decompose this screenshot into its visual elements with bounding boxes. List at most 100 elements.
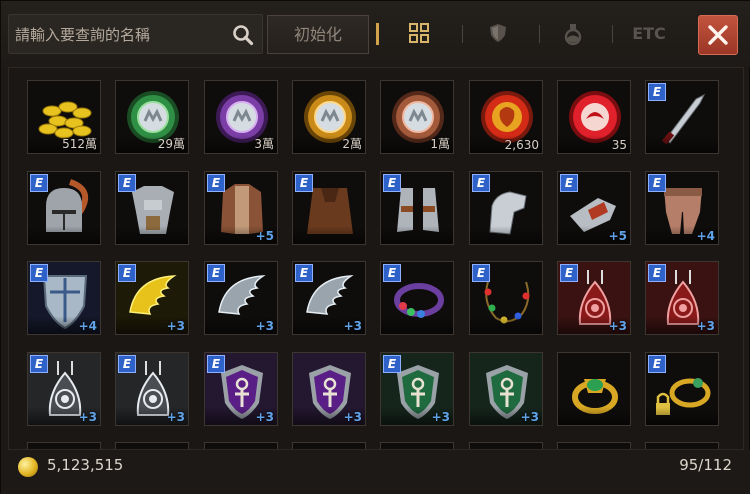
- item-slot[interactable]: [469, 442, 543, 449]
- equipped-badge: E: [383, 174, 401, 192]
- close-icon: [699, 25, 737, 58]
- tab-divider: [612, 25, 613, 43]
- item-quantity: 35: [611, 138, 627, 152]
- item-slot[interactable]: 35: [557, 80, 631, 154]
- item-slot[interactable]: E +3: [115, 352, 189, 426]
- equipped-badge: E: [30, 174, 48, 192]
- toolbar: 初始化 ETC: [1, 1, 750, 67]
- enhancement-level: +3: [343, 410, 362, 424]
- item-slot[interactable]: E +5: [557, 171, 631, 245]
- item-slot[interactable]: E: [645, 352, 719, 426]
- item-slot[interactable]: 2,630: [469, 80, 543, 154]
- equipped-badge: E: [648, 174, 666, 192]
- item-slot[interactable]: [115, 442, 189, 449]
- item-slot[interactable]: E +3: [557, 261, 631, 335]
- equipped-badge: E: [383, 264, 401, 282]
- equipped-badge: E: [30, 355, 48, 373]
- tab-all[interactable]: [399, 17, 439, 51]
- item-slot[interactable]: E +3: [645, 261, 719, 335]
- enhancement-level: +3: [255, 319, 274, 333]
- close-button[interactable]: [698, 15, 738, 55]
- item-slot[interactable]: [557, 442, 631, 449]
- item-slot[interactable]: [557, 352, 631, 426]
- item-quantity: 1萬: [430, 137, 450, 151]
- equipped-badge: E: [472, 264, 490, 282]
- equipped-badge: E: [648, 83, 666, 101]
- item-slot[interactable]: E: [380, 171, 454, 245]
- item-quantity: 2,630: [504, 138, 539, 152]
- item-slot[interactable]: 3萬: [204, 80, 278, 154]
- equipped-badge: E: [560, 174, 578, 192]
- enhancement-level: +3: [78, 410, 97, 424]
- equipped-badge: E: [648, 264, 666, 282]
- equipped-badge: E: [30, 264, 48, 282]
- money-amount: 5,123,515: [47, 456, 124, 474]
- item-slot[interactable]: 2萬: [292, 80, 366, 154]
- enhancement-level: +4: [696, 229, 715, 243]
- item-slot[interactable]: E +3: [380, 352, 454, 426]
- item-slot[interactable]: E: [645, 80, 719, 154]
- item-slot[interactable]: E: [380, 261, 454, 335]
- item-slot[interactable]: 1萬: [380, 80, 454, 154]
- shield-icon: [487, 24, 509, 48]
- item-slot[interactable]: E +3: [292, 261, 366, 335]
- item-slot[interactable]: E: [292, 171, 366, 245]
- item-slot[interactable]: [292, 442, 366, 449]
- equipped-badge: E: [207, 264, 225, 282]
- enhancement-level: +3: [343, 319, 362, 333]
- item-quantity: 512萬: [62, 137, 97, 151]
- equipped-badge: E: [118, 264, 136, 282]
- equipped-badge: E: [472, 174, 490, 192]
- item-slot[interactable]: E +3: [204, 352, 278, 426]
- item-slot[interactable]: [645, 442, 719, 449]
- item-slot[interactable]: E +3: [204, 261, 278, 335]
- item-grid: 512萬 29萬 3萬 2萬 1萬 2,630 35 E E E E +5 E E E E +5 E +4 E +4 E +…: [8, 67, 744, 450]
- item-slot[interactable]: [204, 442, 278, 449]
- item-slot[interactable]: 512萬: [27, 80, 101, 154]
- tab-etc[interactable]: ETC: [624, 17, 674, 51]
- enhancement-level: +5: [608, 229, 627, 243]
- enhancement-level: +4: [78, 319, 97, 333]
- item-slot[interactable]: E +3: [115, 261, 189, 335]
- equipped-badge: E: [207, 355, 225, 373]
- search-icon[interactable]: [232, 24, 254, 46]
- item-slot[interactable]: +3: [469, 352, 543, 426]
- item-slot[interactable]: E +5: [204, 171, 278, 245]
- item-slot[interactable]: E +4: [645, 171, 719, 245]
- equipped-badge: E: [383, 355, 401, 373]
- footer: 5,123,515 95/112: [1, 450, 750, 494]
- item-slot[interactable]: [27, 442, 101, 449]
- item-slot[interactable]: E: [469, 171, 543, 245]
- tab-divider: [539, 25, 540, 43]
- tab-divider: [462, 25, 463, 43]
- equipped-badge: E: [118, 174, 136, 192]
- item-slot[interactable]: +3: [292, 352, 366, 426]
- reset-button[interactable]: 初始化: [267, 15, 369, 54]
- search-box[interactable]: [8, 14, 263, 54]
- search-input[interactable]: [15, 24, 225, 46]
- item-slot[interactable]: [380, 442, 454, 449]
- item-quantity: 29萬: [157, 137, 185, 151]
- item-slot[interactable]: 29萬: [115, 80, 189, 154]
- item-slot[interactable]: E +3: [27, 352, 101, 426]
- enhancement-level: +3: [696, 319, 715, 333]
- enhancement-level: +3: [166, 319, 185, 333]
- enhancement-level: +3: [608, 319, 627, 333]
- item-slot[interactable]: E: [115, 171, 189, 245]
- grid-icon: [408, 23, 430, 48]
- gold-coin-icon: [18, 457, 38, 477]
- equipped-badge: E: [207, 174, 225, 192]
- active-tab-marker: [376, 23, 379, 45]
- tab-consumables[interactable]: [553, 17, 593, 51]
- potion-icon: [562, 24, 584, 50]
- item-slot[interactable]: E: [469, 261, 543, 335]
- equipped-badge: E: [648, 355, 666, 373]
- item-quantity: 2萬: [342, 137, 362, 151]
- enhancement-level: +3: [166, 410, 185, 424]
- tab-equipment[interactable]: [478, 17, 518, 51]
- enhancement-level: +3: [431, 410, 450, 424]
- equipped-badge: E: [118, 355, 136, 373]
- item-slot[interactable]: E: [27, 171, 101, 245]
- equipped-badge: E: [560, 264, 578, 282]
- item-slot[interactable]: E +4: [27, 261, 101, 335]
